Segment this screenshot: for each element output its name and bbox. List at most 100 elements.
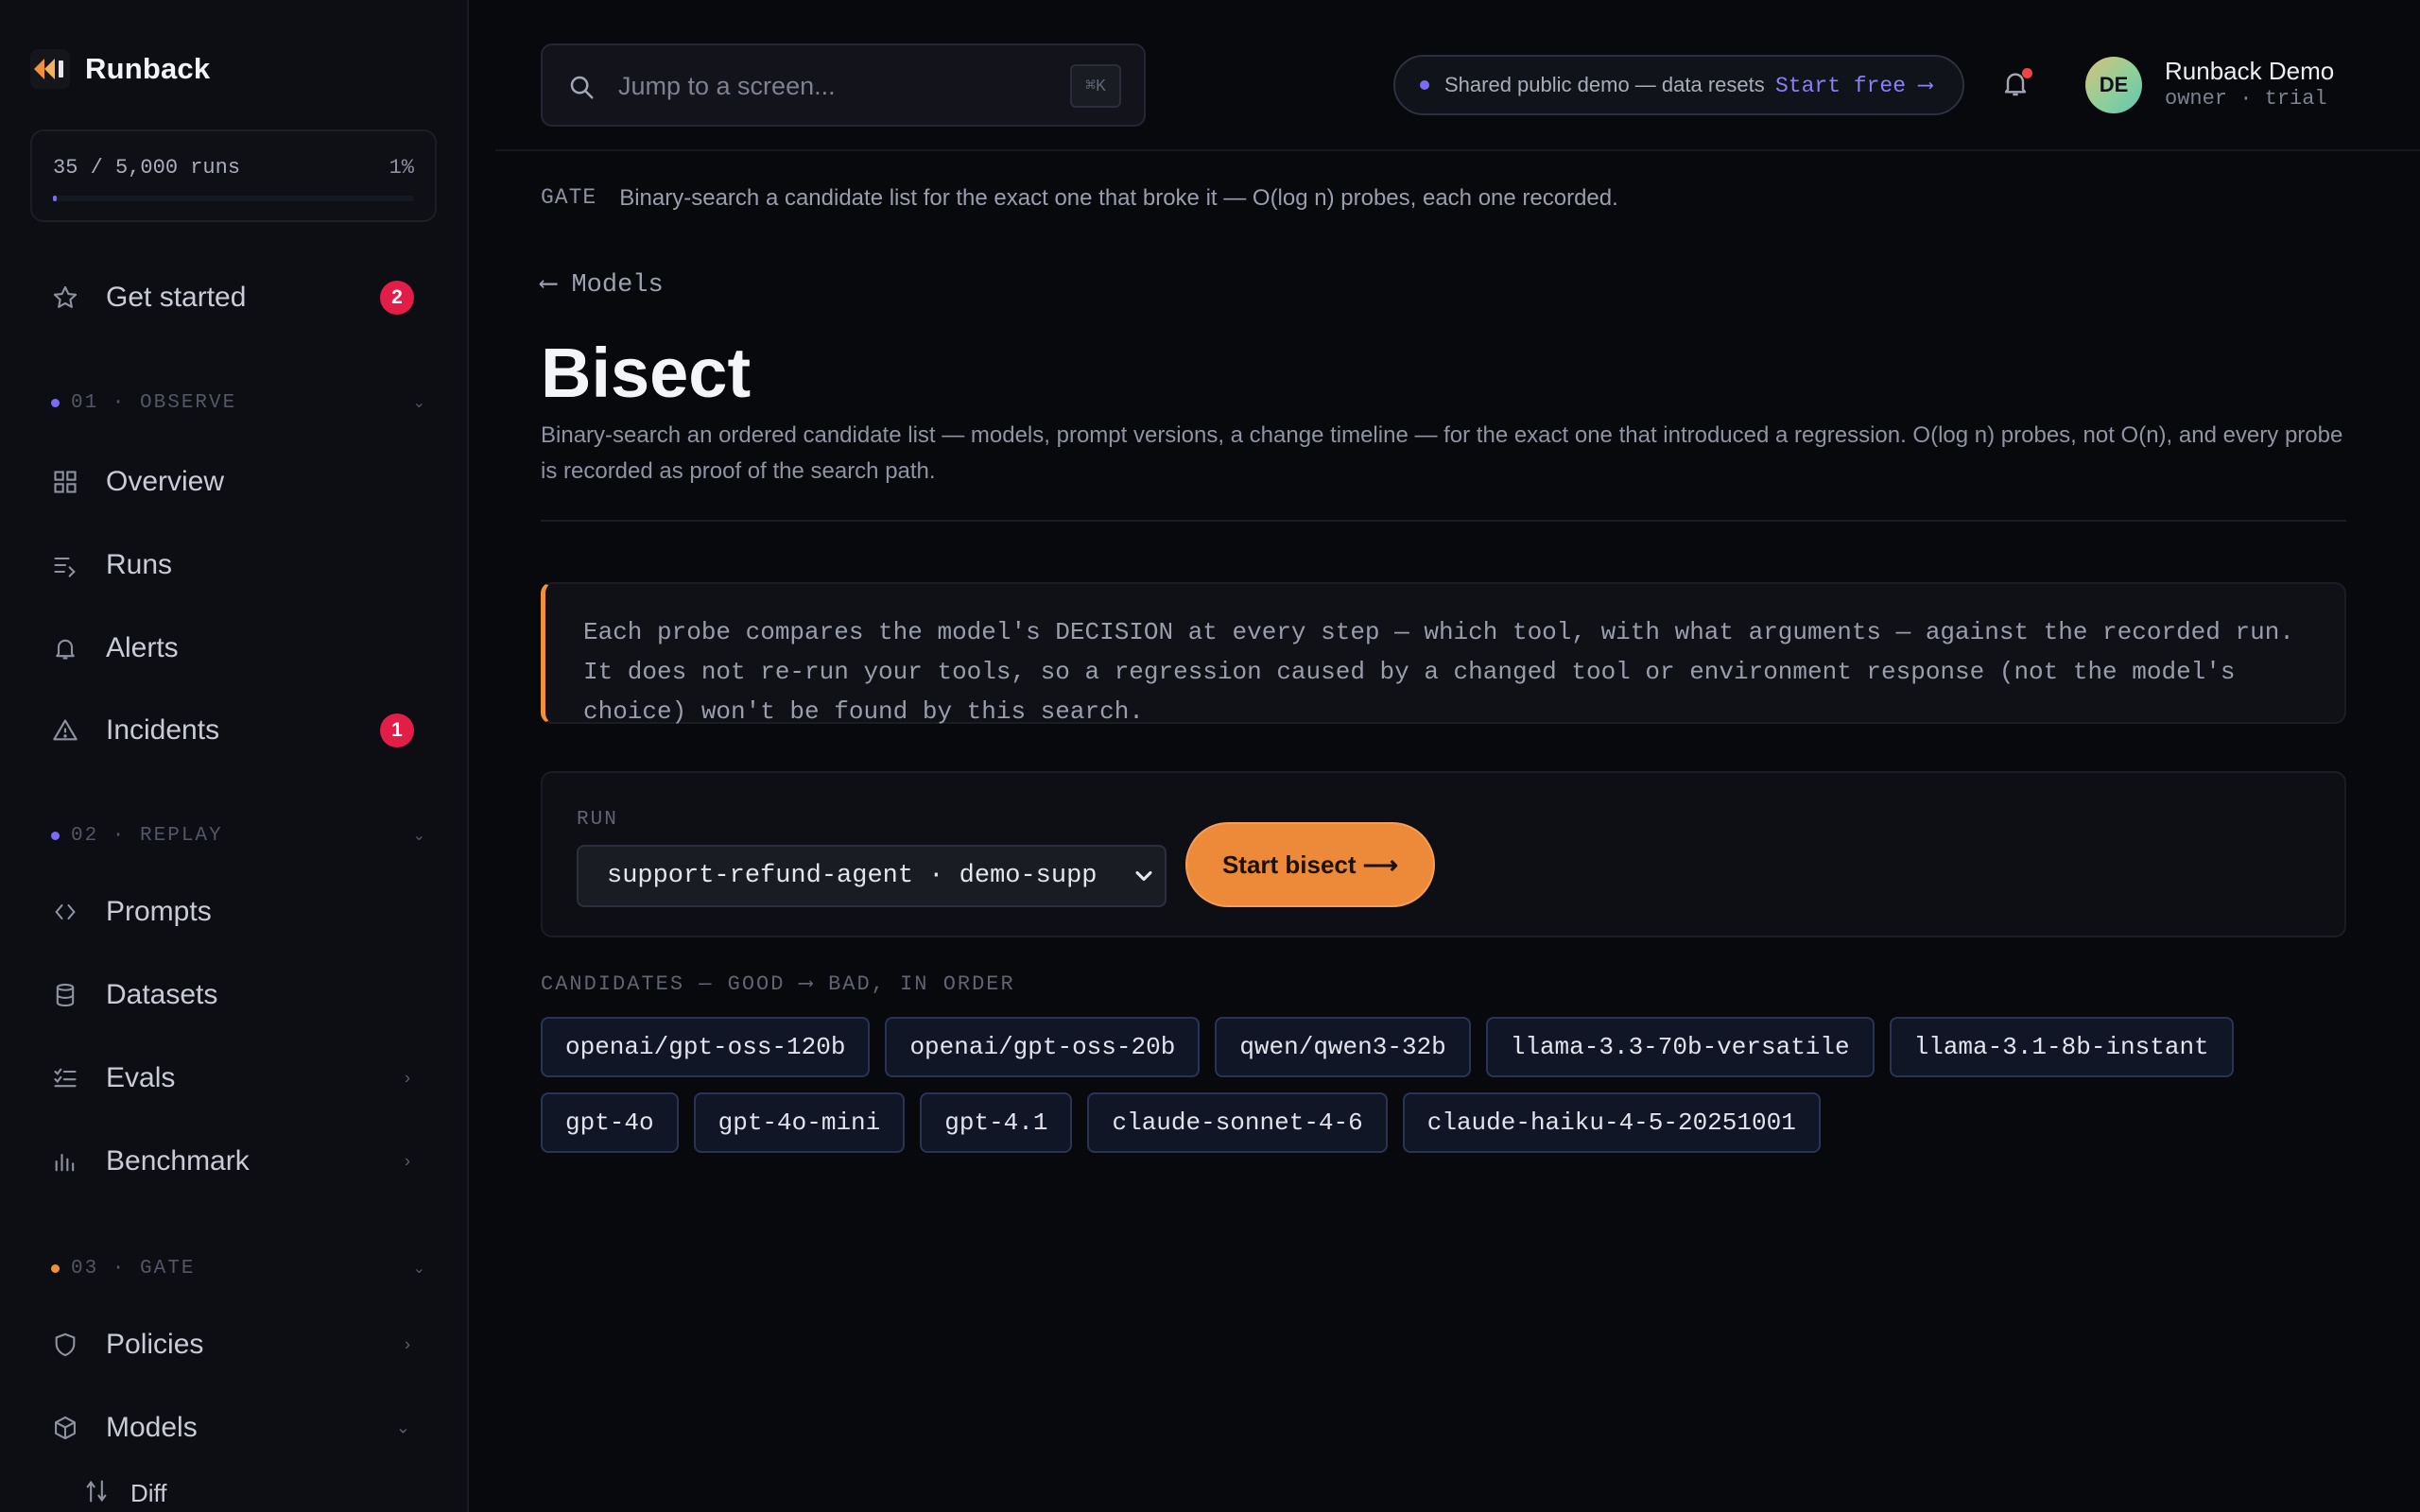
star-icon (51, 284, 79, 312)
run-select-value: support-refund-agent · demo-suppo (607, 862, 1098, 890)
user-name[interactable]: Runback Demo (2165, 57, 2334, 86)
sidebar-item-datasets[interactable]: Datasets (30, 961, 437, 1029)
candidate-chip[interactable]: llama-3.1-8b-instant (1889, 1017, 2234, 1077)
sidebar-item-label: Evals (106, 1062, 176, 1093)
chevron-down-icon: ⌄ (412, 395, 425, 411)
chevron-down-icon: ⌄ (395, 1418, 410, 1437)
sidebar-item-runs[interactable]: Runs (30, 531, 437, 599)
sidebar-item-policies[interactable]: Policies › (30, 1311, 437, 1379)
usage-progress-track (53, 196, 414, 201)
title-divider (541, 520, 2346, 522)
gate-tag: GATE (541, 185, 597, 210)
checklist-icon (51, 1064, 79, 1092)
diff-icon (83, 1478, 110, 1509)
section-gate[interactable]: 03 · GATE ⌄ (51, 1254, 425, 1282)
candidate-list: openai/gpt-oss-120b openai/gpt-oss-20b qwe… (541, 1017, 2365, 1153)
list-arrow-icon (51, 551, 79, 579)
chevron-right-icon: › (405, 1334, 410, 1354)
candidate-chip[interactable]: gpt-4.1 (920, 1092, 1073, 1153)
section-dot (51, 398, 60, 407)
candidate-chip[interactable]: gpt-4o (541, 1092, 679, 1153)
notification-count-badge: 2 (380, 281, 414, 315)
notifications-button[interactable] (2000, 68, 2034, 102)
candidate-chip[interactable]: gpt-4o-mini (693, 1092, 906, 1153)
status-dot (1420, 80, 1429, 90)
chevron-down-icon: ⌄ (412, 1261, 425, 1277)
sidebar-item-label: Policies (106, 1329, 204, 1360)
sidebar-item-benchmark[interactable]: Benchmark › (30, 1127, 437, 1195)
usage-percent: 1% (389, 156, 414, 180)
chevron-right-icon: › (405, 1068, 410, 1088)
section-title: 03 · GATE (71, 1257, 196, 1280)
section-replay[interactable]: 02 · REPLAY ⌄ (51, 821, 425, 850)
bar-chart-icon (51, 1147, 79, 1176)
sidebar-item-label: Prompts (106, 896, 212, 927)
start-bisect-button[interactable]: Start bisect ⟶ (1185, 822, 1435, 907)
brand[interactable]: Runback (30, 49, 210, 89)
sidebar-item-label: Alerts (106, 632, 179, 663)
run-label: RUN (577, 809, 618, 831)
usage-text: 35 / 5,000 runs (53, 156, 241, 180)
sidebar-item-prompts[interactable]: Prompts (30, 878, 437, 946)
user-role: owner · trial (2165, 87, 2327, 111)
gate-summary: GATE Binary-search a candidate list for … (541, 185, 1618, 212)
sidebar-item-diff[interactable]: Diff (83, 1478, 167, 1509)
database-icon (51, 981, 79, 1009)
page-description: Binary-search an ordered candidate list … (541, 422, 2343, 484)
sidebar-item-overview[interactable]: Overview (30, 448, 437, 516)
section-observe[interactable]: 01 · OBSERVE ⌄ (51, 388, 425, 417)
sidebar-item-label: Models (106, 1412, 198, 1443)
start-free-link[interactable]: Start free ⟶ (1775, 73, 1932, 98)
section-title: 02 · REPLAY (71, 824, 223, 847)
command-search[interactable]: ⌘K (541, 43, 1146, 127)
usage-meter: 35 / 5,000 runs 1% (30, 129, 437, 222)
cube-icon (51, 1414, 79, 1442)
chevron-down-icon: ⌄ (412, 828, 425, 844)
sidebar-item-incidents[interactable]: Incidents 1 (30, 696, 437, 765)
run-selector-card: RUN support-refund-agent · demo-suppo St… (541, 771, 2346, 937)
candidate-chip[interactable]: qwen/qwen3-32b (1215, 1017, 1471, 1077)
section-dot (51, 831, 60, 840)
bell-icon (2000, 73, 2031, 102)
notification-count-badge: 1 (380, 713, 414, 747)
avatar[interactable]: DE (2085, 57, 2142, 113)
search-input[interactable] (618, 64, 1015, 108)
sidebar-item-models[interactable]: Models ⌄ (30, 1394, 437, 1462)
usage-progress-fill (53, 196, 57, 201)
warning-icon (51, 716, 79, 745)
sidebar-item-label: Incidents (106, 714, 220, 746)
section-title: 01 · OBSERVE (71, 391, 237, 414)
chevron-down-icon (1131, 863, 1157, 898)
keyboard-shortcut-hint: ⌘K (1070, 64, 1121, 108)
gate-text: Binary-search a candidate list for the e… (619, 185, 1618, 211)
candidate-chip[interactable]: openai/gpt-oss-120b (541, 1017, 871, 1077)
sidebar-item-label: Runs (106, 549, 173, 580)
runback-logo-icon (30, 49, 70, 89)
run-select[interactable]: support-refund-agent · demo-suppo (577, 845, 1167, 907)
header-divider (495, 149, 2420, 151)
candidate-chip[interactable]: openai/gpt-oss-20b (885, 1017, 1201, 1077)
candidate-chip[interactable]: claude-haiku-4-5-20251001 (1402, 1092, 1821, 1153)
sidebar-item-evals[interactable]: Evals › (30, 1044, 437, 1112)
shield-icon (51, 1331, 79, 1359)
sidebar-item-get-started[interactable]: Get started 2 (30, 264, 437, 332)
section-dot (51, 1263, 60, 1273)
candidates-title: CANDIDATES — GOOD ⟶ BAD, IN ORDER (541, 972, 1015, 996)
candidate-chip[interactable]: llama-3.3-70b-versatile (1485, 1017, 1875, 1077)
sidebar-item-label: Overview (106, 466, 225, 497)
grid-icon (51, 468, 79, 496)
info-callout: Each probe compares the model's DECISION… (541, 582, 2346, 726)
candidate-chip[interactable]: claude-sonnet-4-6 (1087, 1092, 1388, 1153)
sidebar: Runback 35 / 5,000 runs 1% Get started 2… (0, 0, 469, 1512)
demo-banner: Shared public demo — data resets Start f… (1393, 55, 1964, 115)
sidebar-item-alerts[interactable]: Alerts (30, 614, 437, 682)
search-icon (567, 73, 596, 106)
code-brackets-icon (51, 898, 79, 926)
back-to-models-link[interactable]: ⟵ Models (541, 268, 664, 300)
sidebar-item-label: Diff (130, 1479, 167, 1507)
chevron-right-icon: › (405, 1151, 410, 1171)
sidebar-item-label: Get started (106, 282, 247, 313)
bell-icon (51, 634, 79, 662)
callout-text: Each probe compares the model's DECISION… (583, 618, 2294, 726)
demo-banner-text: Shared public demo — data resets (1444, 73, 1765, 96)
